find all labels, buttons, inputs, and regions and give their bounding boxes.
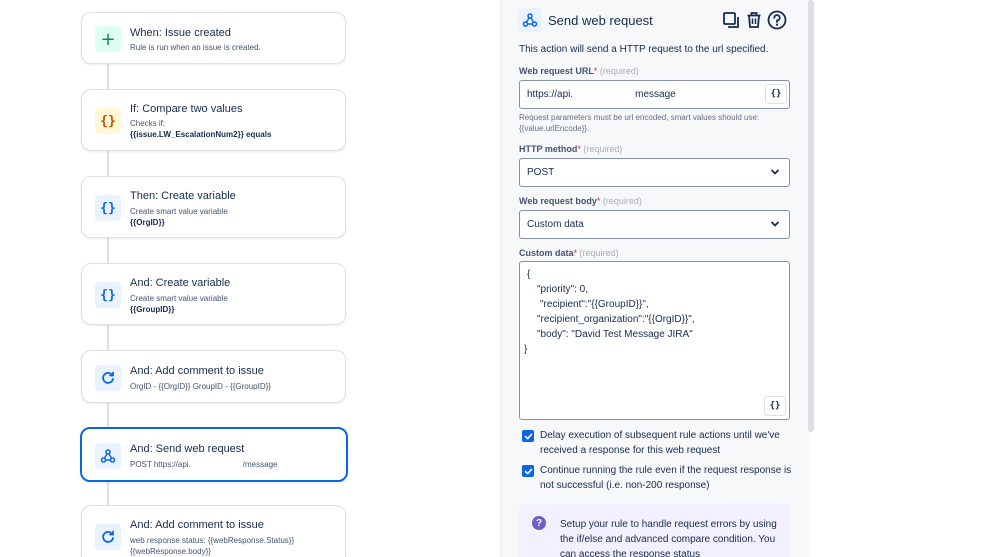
info-message: ? Setup your rule to handle request erro… bbox=[519, 504, 790, 557]
braces-icon: {} bbox=[95, 108, 121, 134]
rule-card-title: And: Send web request bbox=[130, 443, 245, 455]
url-input[interactable]: https://api. message {} bbox=[519, 80, 790, 109]
http-method-label: HTTP method* (required) bbox=[519, 144, 623, 154]
delay-checkbox-label[interactable]: Delay execution of subsequent rule actio… bbox=[540, 428, 792, 458]
trash-icon bbox=[747, 12, 761, 28]
custom-data-label: Custom data* (required) bbox=[519, 248, 619, 258]
custom-data-textarea[interactable]: { "priority": 0, "recipient":"{{GroupID}… bbox=[519, 261, 790, 420]
url-value: https://api. message bbox=[527, 89, 676, 100]
rule-card-detail: {{GroupID}} bbox=[130, 305, 175, 314]
url-label: Web request URL* (required) bbox=[519, 66, 639, 76]
body-label: Web request body* (required) bbox=[519, 196, 642, 206]
continue-checkbox[interactable] bbox=[522, 465, 534, 477]
rule-card-trigger[interactable]: + When: Issue created Rule is run when a… bbox=[81, 12, 346, 64]
braces-icon: {} bbox=[95, 195, 121, 221]
rule-card-action[interactable]: {} Then: Create variable Create smart va… bbox=[81, 176, 346, 238]
braces-icon: {} bbox=[95, 282, 121, 308]
body-select[interactable]: Custom data bbox=[519, 210, 790, 239]
code-line: } bbox=[524, 344, 528, 355]
webhook-icon bbox=[518, 8, 542, 32]
rule-card-title: Then: Create variable bbox=[130, 190, 236, 202]
rule-card-title: And: Add comment to issue bbox=[130, 519, 264, 531]
code-line: { bbox=[527, 269, 531, 280]
help-button[interactable] bbox=[767, 10, 787, 30]
rule-card-subtitle: Create smart value variable bbox=[130, 294, 228, 303]
check-icon bbox=[524, 468, 532, 474]
code-line: "recipient_organization":"{{OrgID}}", bbox=[537, 314, 695, 325]
chevron-down-icon bbox=[771, 221, 779, 227]
rule-card-title: And: Create variable bbox=[130, 277, 231, 289]
body-value: Custom data bbox=[527, 219, 584, 230]
http-method-value: POST bbox=[527, 167, 555, 178]
plus-icon: + bbox=[95, 26, 121, 52]
smart-value-button[interactable]: {} bbox=[765, 84, 787, 104]
rule-card-detail: {{webResponse.body}} bbox=[130, 547, 211, 556]
continue-checkbox-label[interactable]: Continue running the rule even if the re… bbox=[540, 463, 792, 493]
check-icon bbox=[524, 433, 532, 439]
rule-card-detail: {{issue.LW_EscalationNum2}} equals bbox=[130, 130, 272, 139]
info-text: Setup your rule to handle request errors… bbox=[560, 519, 777, 557]
rule-card-condition[interactable]: {} If: Compare two values Checks if: {{i… bbox=[81, 89, 346, 151]
rule-card-subtitle: Rule is run when an issue is created. bbox=[130, 43, 261, 52]
code-line: "body": "David Test Message JIRA" bbox=[537, 329, 693, 340]
rule-canvas: + When: Issue created Rule is run when a… bbox=[0, 0, 500, 557]
rule-card-action[interactable]: {} And: Create variable Create smart val… bbox=[81, 263, 346, 325]
webhook-icon bbox=[95, 443, 121, 469]
delete-button[interactable] bbox=[744, 10, 764, 30]
rule-card-subtitle: Create smart value variable bbox=[130, 207, 228, 216]
question-icon bbox=[767, 10, 787, 30]
duplicate-button[interactable] bbox=[721, 10, 741, 30]
rule-card-subtitle: Checks if: bbox=[130, 119, 166, 128]
refresh-icon bbox=[95, 524, 121, 550]
question-icon: ? bbox=[532, 516, 546, 530]
rule-card-action[interactable]: And: Add comment to issue OrgID - {{OrgI… bbox=[81, 350, 346, 403]
rule-card-subtitle: OrgID - {{OrgID}} GroupID - {{GroupID}} bbox=[130, 382, 271, 391]
delay-checkbox[interactable] bbox=[522, 430, 534, 442]
smart-value-button[interactable]: {} bbox=[764, 396, 786, 416]
code-line: "recipient":"{{GroupID}}", bbox=[540, 299, 649, 310]
rule-card-action[interactable]: And: Add comment to issue web response s… bbox=[81, 505, 346, 557]
url-help-text: Request parameters must be url encoded, … bbox=[519, 113, 760, 133]
refresh-icon bbox=[95, 365, 121, 391]
code-line: "priority": 0, bbox=[537, 284, 589, 295]
panel-title: Send web request bbox=[548, 13, 653, 28]
rule-card-detail: {{OrgID}} bbox=[130, 218, 165, 227]
rule-card-title: If: Compare two values bbox=[130, 103, 243, 115]
copy-icon bbox=[723, 12, 739, 28]
panel-description: This action will send a HTTP request to … bbox=[519, 44, 769, 55]
rule-card-title: When: Issue created bbox=[130, 27, 231, 39]
rule-card-subtitle: POST https://api./message bbox=[130, 460, 278, 469]
rule-card-send-web-request[interactable]: And: Send web request POST https://api. /… bbox=[80, 427, 348, 482]
rule-card-subtitle: web response status: {{webResponse.Statu… bbox=[130, 536, 295, 545]
rule-card-title: And: Add comment to issue bbox=[130, 365, 264, 377]
http-method-select[interactable]: POST bbox=[519, 158, 790, 187]
chevron-down-icon bbox=[771, 169, 779, 175]
panel-scrollbar[interactable] bbox=[808, 0, 814, 432]
